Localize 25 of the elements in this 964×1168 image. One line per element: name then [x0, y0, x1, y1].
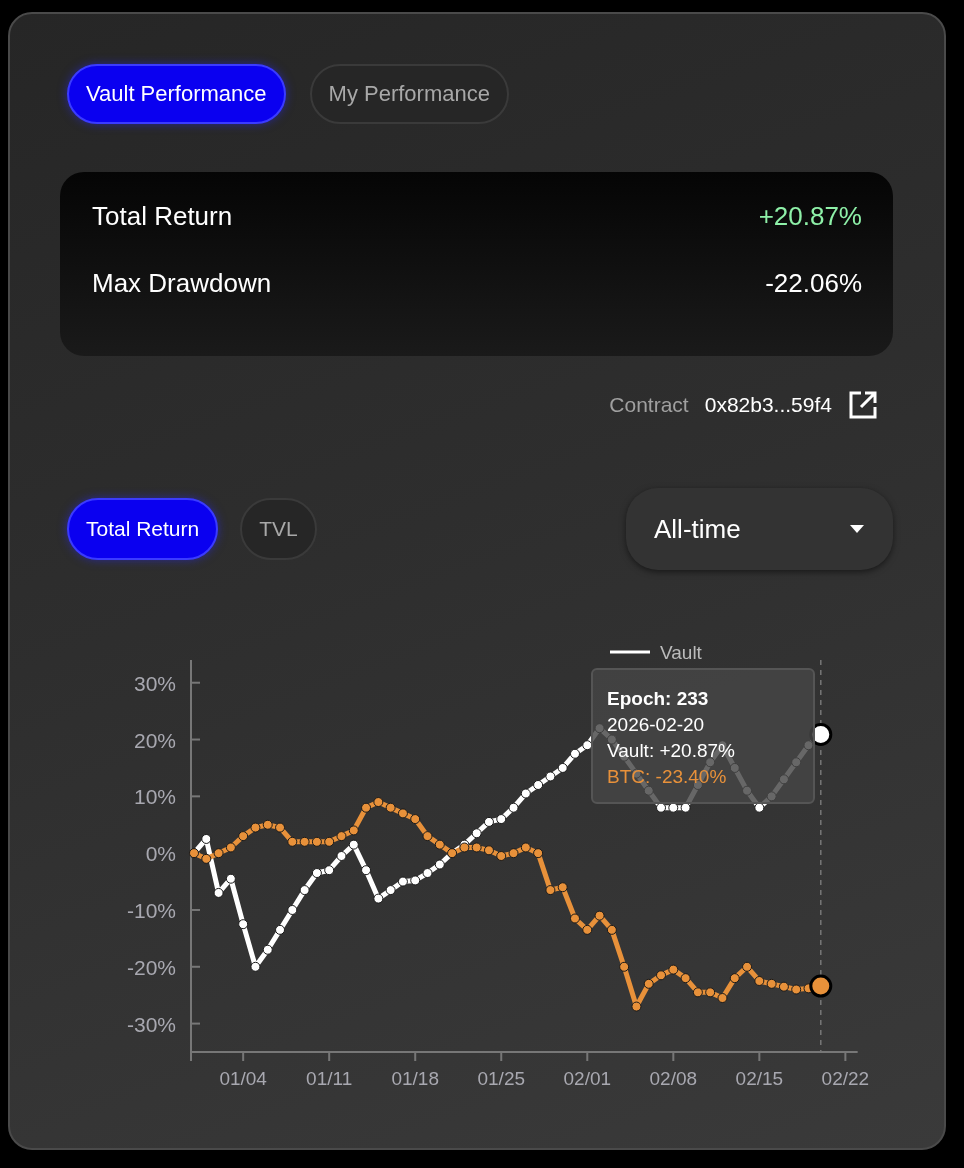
tooltip-value: Vault: +20.87%	[607, 739, 736, 763]
stat-value: +20.87%	[758, 200, 862, 233]
y-tick-label: -30%	[126, 1012, 176, 1036]
tooltip-date: 2026-02-20	[607, 713, 706, 737]
stat-value: -22.06%	[765, 267, 862, 300]
legend-label: Vault	[660, 642, 702, 663]
x-tick-label: 02/22	[821, 1068, 870, 1089]
y-tick-label: 10%	[133, 785, 176, 809]
tooltip-value: BTC: -23.40%	[607, 765, 728, 789]
x-tick-label: 01/25	[477, 1068, 525, 1089]
y-tick-label: 0%	[145, 842, 176, 866]
contract-label: Contract	[609, 393, 689, 417]
stat-label: Max Drawdown	[92, 267, 272, 300]
y-tick-label: 30%	[133, 671, 176, 695]
x-tick-label: 01/11	[306, 1068, 353, 1089]
tooltip-title: Epoch: 233	[607, 687, 710, 711]
x-tick-label: 01/18	[391, 1068, 439, 1089]
y-tick-label: -10%	[126, 898, 176, 922]
x-tick-label: 02/08	[649, 1068, 698, 1089]
stat-label: Total Return	[92, 200, 233, 233]
y-tick-label: -20%	[126, 955, 176, 979]
x-tick-label: 02/01	[563, 1068, 612, 1089]
x-tick-label: 01/04	[219, 1068, 267, 1089]
y-tick-label: 20%	[133, 728, 176, 752]
x-tick-label: 02/15	[735, 1068, 784, 1089]
